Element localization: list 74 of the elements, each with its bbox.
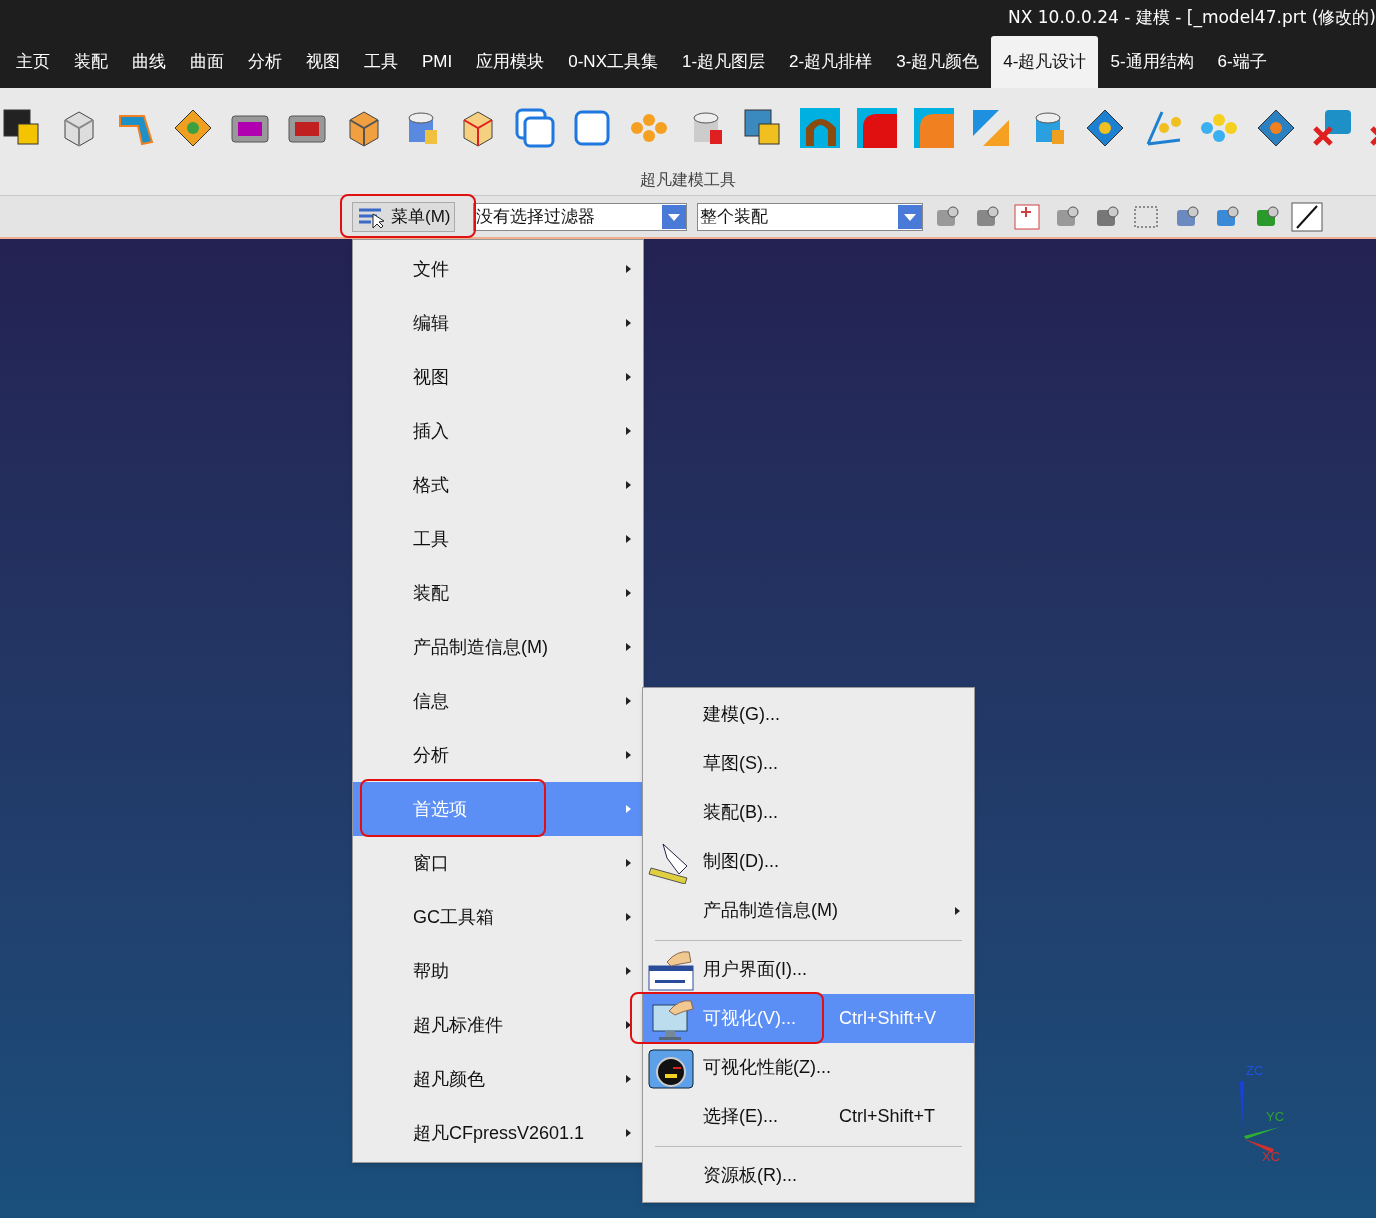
- ribbon-tab[interactable]: 1-超凡图层: [669, 36, 778, 88]
- dropdown-value: 整个装配: [699, 205, 769, 228]
- submenu-arrow-icon: [626, 481, 631, 489]
- submenu-arrow-icon: [626, 913, 631, 921]
- menu-item[interactable]: 分析: [353, 728, 643, 782]
- ribbon-tab[interactable]: 应用模块: [464, 36, 557, 88]
- menu-item[interactable]: 格式: [353, 458, 643, 512]
- submenu-arrow-icon: [626, 373, 631, 381]
- menu-item[interactable]: 可视化性能(Z)...: [643, 1043, 974, 1092]
- submenu-arrow-icon: [626, 1129, 631, 1137]
- ribbon-tab[interactable]: 5-通用结构: [1098, 36, 1206, 88]
- submenu-arrow-icon: [626, 1075, 631, 1083]
- menu-item[interactable]: 用户界面(I)...: [643, 945, 974, 994]
- menu-item[interactable]: 制图(D)...: [643, 837, 974, 886]
- menu-item[interactable]: 文件: [353, 242, 643, 296]
- axis-triad-drawing: ZC YC XC: [1236, 1061, 1292, 1161]
- ribbon-tab[interactable]: 主页: [4, 36, 62, 88]
- menu-item[interactable]: 插入: [353, 404, 643, 458]
- menu-item[interactable]: 产品制造信息(M): [353, 620, 643, 674]
- shortcut-label: Ctrl+Shift+V: [839, 1007, 937, 1030]
- ribbon-tab[interactable]: 分析: [236, 36, 294, 88]
- menu-item[interactable]: 视图: [353, 350, 643, 404]
- menu-item[interactable]: 选择(E)... Ctrl+Shift+T: [643, 1092, 974, 1141]
- dropdown-value: 没有选择过滤器: [475, 205, 596, 228]
- ribbon-tab[interactable]: 装配: [62, 36, 120, 88]
- menu-item[interactable]: 装配(B)...: [643, 788, 974, 837]
- menu-item[interactable]: 编辑: [353, 296, 643, 350]
- ribbon-tab[interactable]: PMI: [410, 36, 465, 88]
- ribbon-tab[interactable]: 0-NX工具集: [556, 36, 670, 88]
- dropdown-caret-icon: [662, 204, 687, 229]
- ribbon-tab[interactable]: 4-超凡设计: [991, 36, 1099, 88]
- submenu-arrow-icon: [626, 265, 631, 273]
- submenu-arrow-icon: [626, 805, 631, 813]
- scope-dropdown[interactable]: 整个装配: [697, 202, 924, 231]
- ribbon-tab[interactable]: 工具: [352, 36, 410, 88]
- menu-item[interactable]: 工具: [353, 512, 643, 566]
- menu-item[interactable]: 窗口: [353, 836, 643, 890]
- submenu-arrow-icon: [626, 643, 631, 651]
- stacked-squares-icon[interactable]: [513, 106, 557, 150]
- ribbon-tab[interactable]: 视图: [294, 36, 352, 88]
- submenu-arrow-icon: [626, 319, 631, 327]
- shortcut-label: Ctrl+Shift+T: [839, 1105, 936, 1128]
- submenu-arrow-icon: [626, 697, 631, 705]
- submenu-arrow-icon: [626, 535, 631, 543]
- ribbon-tab[interactable]: 2-超凡排样: [777, 36, 885, 88]
- dropdown-caret-icon: [898, 204, 923, 229]
- submenu-arrow-icon: [626, 427, 631, 435]
- menu-item[interactable]: 资源板(R)...: [643, 1151, 974, 1200]
- submenu-arrow-icon: [626, 859, 631, 867]
- ribbon-tab[interactable]: 曲面: [178, 36, 236, 88]
- ribbon-group-label: 超凡建模工具: [640, 170, 736, 190]
- submenu-arrow-icon: [626, 751, 631, 759]
- menu-item[interactable]: 超凡标准件: [353, 998, 643, 1052]
- window-title: NX 10.0.0.24 - 建模 - [_model47.prt (修改的): [1008, 5, 1376, 30]
- menu-item[interactable]: 装配: [353, 566, 643, 620]
- ribbon-tab[interactable]: 曲线: [120, 36, 178, 88]
- menu-item[interactable]: 信息: [353, 674, 643, 728]
- arch-icon[interactable]: [798, 106, 842, 150]
- menu-item[interactable]: 帮助: [353, 944, 643, 998]
- menu-item[interactable]: 草图(S)...: [643, 739, 974, 788]
- submenu-arrow-icon: [626, 1021, 631, 1029]
- submenu-arrow-icon: [626, 967, 631, 975]
- ribbon-tab[interactable]: 3-超凡颜色: [884, 36, 992, 88]
- menu-item[interactable]: GC工具箱: [353, 890, 643, 944]
- menu-item[interactable]: 超凡CFpressV2601.1: [353, 1106, 643, 1160]
- line-tool-icon[interactable]: [1291, 201, 1324, 232]
- menu-item[interactable]: 建模(G)...: [643, 690, 974, 739]
- submenu-arrow-icon: [626, 589, 631, 597]
- menu-item[interactable]: 超凡颜色: [353, 1052, 643, 1106]
- submenu-arrow-icon: [955, 906, 960, 915]
- menu-button[interactable]: 菜单(M): [352, 201, 456, 232]
- menu-item[interactable]: 产品制造信息(M): [643, 886, 974, 935]
- filter-dropdown[interactable]: 没有选择过滤器: [473, 202, 688, 231]
- ribbon-tab[interactable]: 6-端子: [1205, 36, 1279, 88]
